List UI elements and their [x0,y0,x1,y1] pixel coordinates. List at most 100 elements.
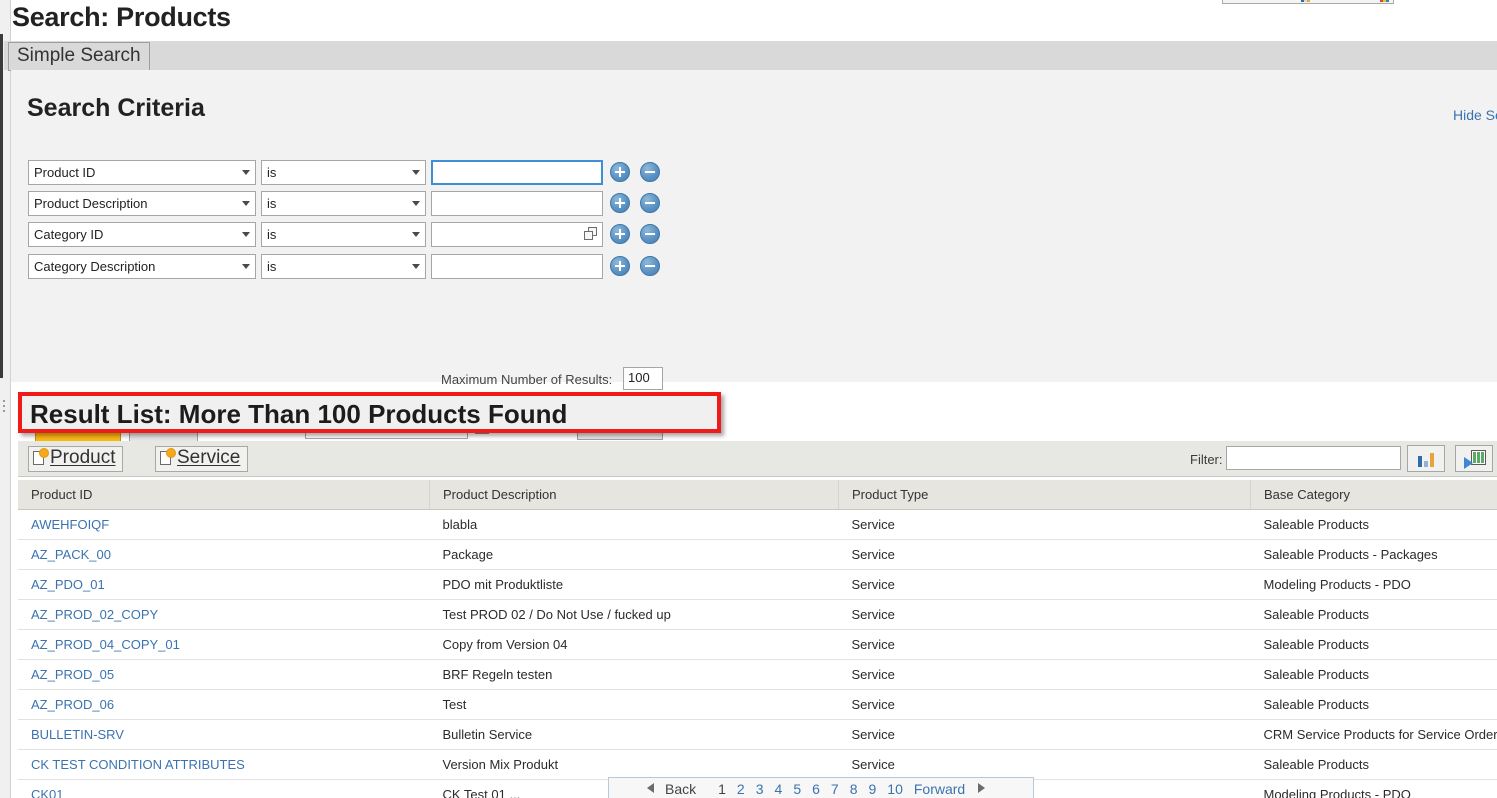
criteria-value-input[interactable] [431,254,603,279]
column-header-base-category[interactable]: Base Category [1250,480,1497,510]
cell-product-description: Test [429,689,839,720]
cell-product-id[interactable]: CK01 [18,779,430,798]
remove-row-icon[interactable] [639,162,660,182]
criteria-field-value: Product ID [34,165,96,180]
table-row[interactable]: AWEHFOIQF blabla Service Saleable Produc… [18,509,1497,540]
new-document-icon [33,449,48,466]
pagination-back-label: Back [665,781,697,797]
cell-product-id[interactable]: AWEHFOIQF [18,509,430,540]
chart-view-button[interactable] [1407,445,1445,472]
chevron-down-icon [242,264,250,269]
cell-base-category: Saleable Products - Packages [1250,539,1497,570]
pagination-forward[interactable]: Forward [914,781,996,797]
pagination-bar: Back 1 2 3 4 5 6 7 8 9 10 Forward [608,777,1034,798]
pagination-page-1[interactable]: 1 [718,781,726,797]
criteria-row-actions [610,162,660,182]
criteria-operator-select[interactable]: is [261,222,426,247]
cell-product-id[interactable]: AZ_PACK_00 [18,539,430,570]
pagination-page-9[interactable]: 9 [869,781,877,797]
result-tab-product-label: Product [50,447,116,468]
table-row[interactable]: AZ_PACK_00 Package Service Saleable Prod… [18,539,1497,570]
pagination-page-3[interactable]: 3 [756,781,764,797]
cell-product-id[interactable]: AZ_PROD_06 [18,689,430,720]
criteria-field-select[interactable]: Category ID [28,222,256,247]
table-header-row: Product ID Product Description Product T… [18,480,1497,510]
criteria-value-input[interactable] [431,222,603,247]
cell-product-id[interactable]: AZ_PROD_02_COPY [18,599,430,630]
table-row[interactable]: AZ_PDO_01 PDO mit Produktliste Service M… [18,569,1497,600]
result-tab-service-label: Service [177,447,241,468]
column-header-product-type[interactable]: Product Type [838,480,1251,510]
criteria-field-select[interactable]: Product ID [28,160,256,185]
column-header-product-description[interactable]: Product Description [429,480,839,510]
cell-product-description: Test PROD 02 / Do Not Use / fucked up [429,599,839,630]
remove-row-icon[interactable] [639,224,660,244]
pagination-page-8[interactable]: 8 [850,781,858,797]
criteria-value-input[interactable] [431,191,603,216]
results-table-body: AWEHFOIQF blabla Service Saleable Produc… [18,509,1497,798]
value-help-icon[interactable] [584,227,598,241]
cell-product-type: Service [838,569,1251,600]
pagination-back[interactable]: Back [647,781,707,797]
result-tab-service[interactable]: Service [155,446,249,472]
pagination-page-10[interactable]: 10 [887,781,903,797]
table-row[interactable]: AZ_PROD_04_COPY_01 Copy from Version 04 … [18,629,1497,660]
add-row-icon[interactable] [610,256,630,276]
criteria-row: Category ID is [28,222,660,247]
cell-product-id[interactable]: AZ_PROD_04_COPY_01 [18,629,430,660]
cell-product-type: Service [838,719,1251,750]
rail-accent-bar [0,34,3,378]
remove-row-icon[interactable] [639,256,660,276]
result-tab-product[interactable]: Product [28,446,124,472]
filter-input[interactable] [1226,446,1401,470]
add-row-icon[interactable] [610,224,630,244]
max-results-input[interactable]: 100 [623,367,663,390]
result-list-title: Result List: More Than 100 Products Foun… [30,399,568,429]
criteria-operator-select[interactable]: is [261,191,426,216]
pagination-page-7[interactable]: 7 [831,781,839,797]
triangle-left-icon [647,783,654,793]
pagination-page-5[interactable]: 5 [793,781,801,797]
criteria-operator-select[interactable]: is [261,254,426,279]
criteria-field-select[interactable]: Category Description [28,254,256,279]
cell-base-category: CRM Service Products for Service Order [1250,719,1497,750]
cell-base-category: Modeling Products - PDO [1250,779,1497,798]
cell-product-type: Service [838,749,1251,780]
cell-product-id[interactable]: AZ_PDO_01 [18,569,430,600]
cell-product-id[interactable]: AZ_PROD_05 [18,659,430,690]
criteria-value-input[interactable] [431,160,603,185]
criteria-operator-select[interactable]: is [261,160,426,185]
chevron-down-icon [242,170,250,175]
export-to-excel-button[interactable] [1455,445,1493,472]
column-header-product-id[interactable]: Product ID [18,480,430,510]
top-toolbar-fragment[interactable] [1222,0,1394,4]
criteria-field-value: Category ID [34,227,104,242]
max-results-label: Maximum Number of Results: [441,372,613,387]
result-toolbar: Product Service Filter: [18,441,1497,477]
criteria-row-actions [610,256,660,276]
table-row[interactable]: CK TEST CONDITION ATTRIBUTES Version Mix… [18,749,1497,780]
product-search-page: Search: Products Simple Search Search Cr… [0,0,1497,798]
table-row[interactable]: AZ_PROD_06 Test Service Saleable Product… [18,689,1497,720]
cell-product-type: Service [838,689,1251,720]
table-row[interactable]: AZ_PROD_02_COPY Test PROD 02 / Do Not Us… [18,599,1497,630]
add-row-icon[interactable] [610,193,630,213]
criteria-field-select[interactable]: Product Description [28,191,256,216]
cell-product-id[interactable]: BULLETIN-SRV [18,719,430,750]
cell-base-category: Saleable Products [1250,659,1497,690]
hide-search-link[interactable]: Hide Se [1453,107,1497,123]
pagination-page-4[interactable]: 4 [775,781,783,797]
pagination-page-2[interactable]: 2 [737,781,745,797]
cell-product-id[interactable]: CK TEST CONDITION ATTRIBUTES [18,749,430,780]
pagination-page-6[interactable]: 6 [812,781,820,797]
criteria-field-value: Category Description [34,259,156,274]
chevron-down-icon [412,170,420,175]
tab-simple-search[interactable]: Simple Search [8,42,150,71]
table-row[interactable]: BULLETIN-SRV Bulletin Service Service CR… [18,719,1497,750]
cell-product-type: Service [838,539,1251,570]
add-row-icon[interactable] [610,162,630,182]
panel-drag-handle[interactable] [3,400,6,417]
tabstrip: Simple Search [4,41,1497,71]
table-row[interactable]: AZ_PROD_05 BRF Regeln testen Service Sal… [18,659,1497,690]
remove-row-icon[interactable] [639,193,660,213]
